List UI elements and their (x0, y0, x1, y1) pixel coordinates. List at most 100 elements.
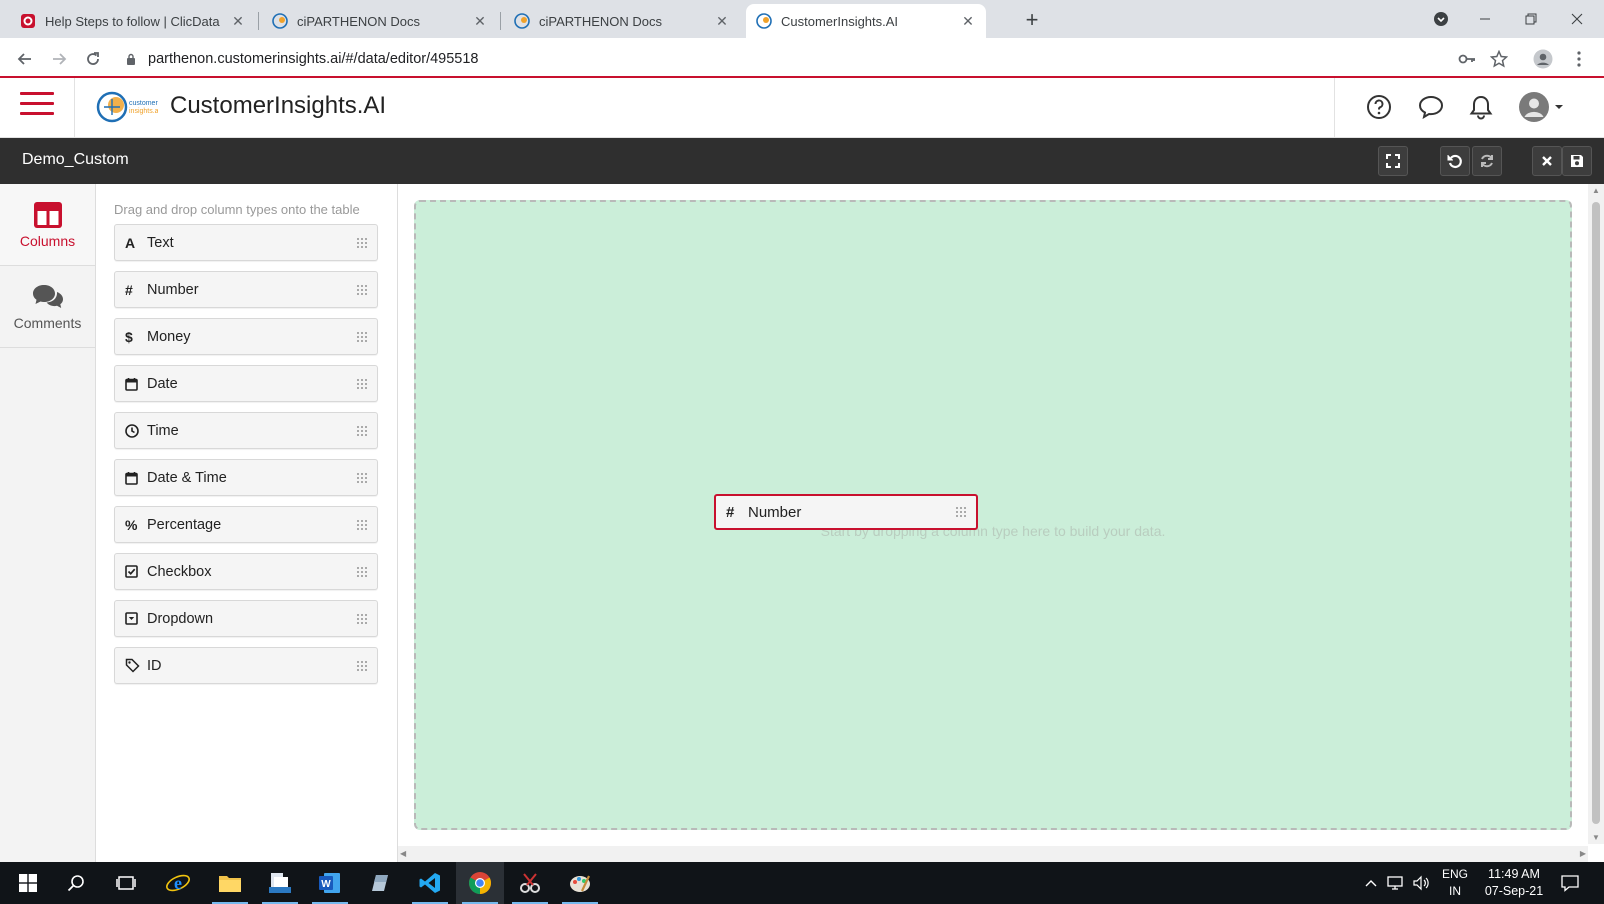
scrollbar-thumb[interactable] (1592, 202, 1600, 824)
volume-icon[interactable] (1412, 862, 1432, 904)
column-type-time[interactable]: Time (114, 412, 378, 449)
column-drop-zone[interactable]: Start by dropping a column type here to … (414, 200, 1572, 830)
task-view-icon[interactable] (102, 862, 150, 904)
refresh-icon[interactable] (1472, 146, 1502, 176)
browser-tab[interactable]: ciPARTHENON Docs ✕ (262, 4, 498, 38)
search-icon[interactable] (52, 862, 100, 904)
network-icon[interactable] (1386, 862, 1406, 904)
browser-tab[interactable]: Help Steps to follow | ClicData ✕ (10, 4, 256, 38)
scroll-left-icon[interactable]: ◀ (400, 849, 406, 858)
snipping-tool-icon[interactable] (506, 862, 554, 904)
chat-icon[interactable] (1416, 92, 1446, 122)
pen-app-icon[interactable] (356, 862, 404, 904)
hamburger-menu-icon[interactable] (20, 92, 54, 124)
word-icon[interactable]: W (306, 862, 354, 904)
windows-start-icon[interactable] (4, 862, 52, 904)
column-type-label: Dropdown (147, 610, 214, 627)
paint-icon[interactable] (556, 862, 604, 904)
taskbar-clock[interactable]: 11:49 AM 07-Sep-21 (1476, 866, 1552, 900)
close-tab-icon[interactable]: ✕ (960, 13, 976, 29)
back-icon[interactable] (12, 46, 38, 72)
vertical-scrollbar[interactable]: ▲ ▼ (1588, 184, 1604, 844)
column-type-label: ID (147, 657, 162, 674)
drag-handle-icon[interactable] (357, 378, 367, 389)
parthenon-icon (514, 13, 530, 29)
bookmark-star-icon[interactable] (1486, 46, 1512, 72)
drag-handle-icon[interactable] (357, 284, 367, 295)
calendar-icon (125, 471, 143, 485)
drag-handle-icon[interactable] (357, 331, 367, 342)
svg-text:customer: customer (129, 100, 158, 107)
rail-item-comments[interactable]: Comments (0, 266, 95, 348)
profile-icon[interactable] (1530, 46, 1556, 72)
column-type-percentage[interactable]: % Percentage (114, 506, 378, 543)
restore-icon[interactable] (1508, 4, 1554, 34)
column-type-label: Date & Time (147, 469, 227, 486)
new-tab-icon[interactable]: + (1020, 7, 1044, 32)
reload-icon[interactable] (80, 46, 106, 72)
parthenon-icon (756, 13, 772, 29)
clicdata-icon (20, 13, 36, 29)
browser-tab-active[interactable]: CustomerInsights.AI ✕ (746, 4, 986, 38)
key-icon[interactable] (1454, 46, 1480, 72)
drag-handle-icon[interactable] (357, 237, 367, 248)
column-type-money[interactable]: $ Money (114, 318, 378, 355)
scroll-right-icon[interactable]: ▶ (1580, 849, 1586, 858)
column-type-label: Time (147, 422, 179, 439)
scroll-up-icon[interactable]: ▲ (1592, 186, 1600, 195)
column-type-date[interactable]: Date (114, 365, 378, 402)
rail-item-columns[interactable]: Columns (0, 184, 95, 266)
browser-tab[interactable]: ciPARTHENON Docs ✕ (504, 4, 740, 38)
lock-icon (126, 53, 136, 65)
rail-label: Comments (13, 314, 82, 331)
drag-handle-icon[interactable] (357, 566, 367, 577)
notification-bell-icon[interactable] (1466, 92, 1496, 122)
save-icon[interactable] (1562, 146, 1592, 176)
forward-icon[interactable] (46, 46, 72, 72)
column-type-checkbox[interactable]: Checkbox (114, 553, 378, 590)
column-type-dropdown[interactable]: Dropdown (114, 600, 378, 637)
help-icon[interactable] (1364, 92, 1394, 122)
column-type-text[interactable]: A Text (114, 224, 378, 261)
clock-icon (125, 423, 143, 438)
browser-tab-bar: Help Steps to follow | ClicData ✕ ciPART… (0, 0, 1604, 38)
drag-handle-icon[interactable] (357, 519, 367, 530)
fullscreen-icon[interactable] (1378, 146, 1408, 176)
undo-icon[interactable] (1440, 146, 1470, 176)
column-type-id[interactable]: ID (114, 647, 378, 684)
input-language-indicator[interactable]: ENG IN (1440, 866, 1470, 900)
chrome-icon[interactable] (456, 862, 504, 904)
dragged-column-number[interactable]: # Number (714, 494, 978, 530)
drag-handle-icon[interactable] (357, 660, 367, 671)
url-field[interactable]: parthenon.customerinsights.ai/#/data/edi… (126, 44, 1446, 74)
close-tab-icon[interactable]: ✕ (472, 13, 488, 29)
internet-explorer-icon[interactable]: e (154, 862, 202, 904)
scroll-down-icon[interactable]: ▼ (1592, 833, 1600, 842)
drag-handle-icon[interactable] (357, 613, 367, 624)
column-type-date-time[interactable]: Date & Time (114, 459, 378, 496)
app-header: customer insights.ai CustomerInsights.AI (0, 78, 1604, 138)
tab-search-icon[interactable] (1418, 4, 1464, 34)
browser-menu-icon[interactable] (1566, 46, 1592, 72)
user-avatar-menu[interactable] (1518, 92, 1564, 122)
vscode-icon[interactable] (406, 862, 454, 904)
dropdown-icon (125, 612, 143, 625)
notifications-icon[interactable] (1560, 862, 1580, 904)
drag-handle-icon[interactable] (956, 507, 966, 517)
minimize-icon[interactable] (1462, 4, 1508, 34)
region-code: IN (1449, 884, 1461, 898)
close-window-icon[interactable] (1554, 4, 1600, 34)
close-editor-icon[interactable] (1532, 146, 1562, 176)
svg-text:insights.ai: insights.ai (129, 108, 158, 115)
file-explorer-icon[interactable] (206, 862, 254, 904)
drag-handle-icon[interactable] (357, 472, 367, 483)
column-type-label: Text (147, 234, 174, 251)
drag-handle-icon[interactable] (357, 425, 367, 436)
file-manager-icon[interactable] (256, 862, 304, 904)
horizontal-scrollbar[interactable]: ◀ ▶ (398, 846, 1588, 862)
close-tab-icon[interactable]: ✕ (230, 13, 246, 29)
app-logo: customer insights.ai (96, 88, 158, 126)
tray-overflow-icon[interactable] (1364, 862, 1378, 904)
close-tab-icon[interactable]: ✕ (714, 13, 730, 29)
column-type-number[interactable]: # Number (114, 271, 378, 308)
